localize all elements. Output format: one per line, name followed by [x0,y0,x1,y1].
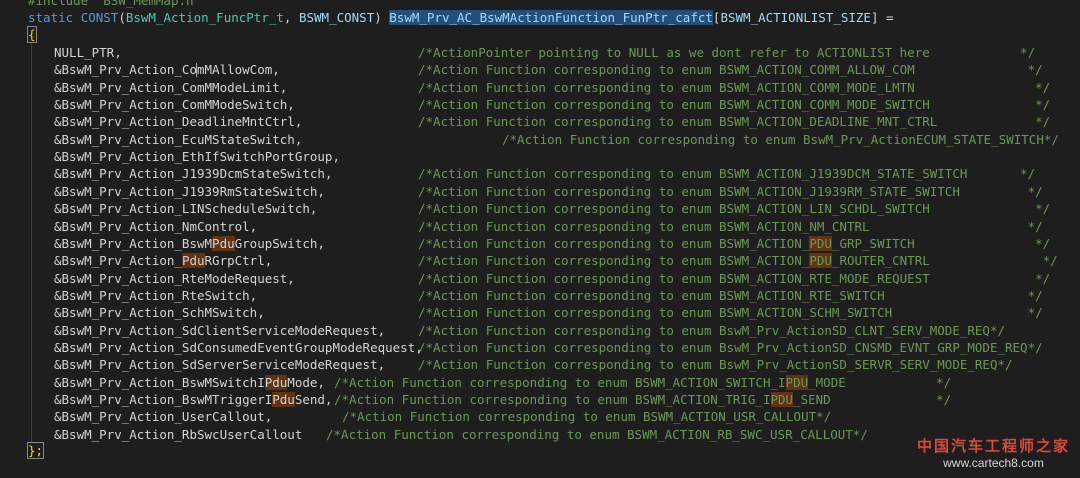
inline-comment: /*Action Function corresponding to enum … [418,253,1058,269]
inline-comment: /*ActionPointer pointing to NULL as we d… [418,45,1036,60]
inline-comment: /*Action Function corresponding to enum … [418,339,1043,355]
inline-comment: /*Action Function corresponding to enum … [326,426,868,442]
find-match-highlight: Pdu [264,374,288,390]
find-match-highlight: Pdu [181,253,205,269]
find-match-highlight: PDU [770,392,794,407]
inline-comment: /*Action Function corresponding to enum … [418,270,1051,286]
declaration-line: static CONST(BswM_Action_FuncPtr_t, BSWM… [28,10,894,25]
function-pointer-entry: &BswM_Prv_Action_SdConsumedEventGroupMod… [54,339,423,355]
function-pointer-entry: &BswM_Prv_Action_RteSwitch, [54,287,258,303]
function-pointer-entry: &BswM_Prv_Action_J1939DcmStateSwitch, [54,166,333,182]
find-match-highlight: PDU [785,374,809,390]
function-pointer-entry: &BswM_Prv_Action_LINScheduleSwitch, [54,201,318,217]
function-pointer-entry: &BswM_Prv_Action_SdClientServiceModeRequ… [54,322,386,338]
assign-token: ] = [870,10,894,25]
function-pointer-entry: &BswM_Prv_Action_ComMModeLimit, [54,79,288,95]
inline-comment: /*Action Function corresponding to enum … [502,131,1059,147]
inline-comment: /*Action Function corresponding to enum … [418,62,1043,78]
inline-comment: /*Action Function corresponding to enum … [418,287,1043,303]
function-pointer-entry: &BswM_Prv_Action_EthIfSwitchPortGroup, [54,149,340,165]
inline-comment: /*Action Function corresponding to enum … [418,201,1051,217]
inline-comment: /*Action Function corresponding to enum … [418,218,1043,234]
inline-comment: /*Action Function corresponding to enum … [342,409,832,425]
inline-comment: /*Action Function corresponding to enum … [418,79,1051,95]
function-pointer-entry: &BswM_Prv_Action_UserCallout, [54,409,273,425]
function-pointer-entry: &BswM_Prv_Action_SchMSwitch, [54,305,265,321]
function-pointer-entry: &BswM_Prv_Action_ComMModeSwitch, [54,97,295,113]
type-name: BswM_Action_FuncPtr_t [125,10,284,25]
function-pointer-entry: &BswM_Prv_Action_PduRGrpCtrl, [54,253,273,269]
open-brace-line: { [27,26,37,43]
find-match-highlight: Pdu [212,235,235,251]
close-brace-line: }; [26,442,45,459]
find-match-highlight: PDU [809,235,832,251]
separator: , [283,10,299,25]
close-brace: }; [26,442,45,459]
function-pointer-entry: &BswM_Prv_Action_BswMTriggerIPduSend, [54,392,333,407]
function-pointer-entry: &BswM_Prv_Action_DeadlineMntCtrl, [54,114,303,130]
find-match-highlight: PDU [809,253,832,269]
inline-comment: /*Action Function corresponding to enum … [418,97,1051,113]
array-size: BSWM_ACTIONLIST_SIZE [720,10,871,25]
watermark-cn: 中国汽车工程师之家 [916,438,1070,455]
function-pointer-entry: &BswM_Prv_Action_BswMPduGroupSwitch, [54,235,325,251]
function-pointer-entry: &BswM_Prv_Action_NmControl, [54,218,258,234]
function-pointer-entry: &BswM_Prv_Action_SdServerServiceModeRequ… [54,357,386,373]
const-macro: CONST [80,10,119,25]
const-arg: BSWM_CONST [298,10,375,25]
function-pointer-entry: &BswM_Prv_Action_RteModeRequest, [54,270,295,286]
code-editor[interactable]: #include "BSW_MemMap.h" static CONST(Bsw… [0,0,1080,478]
inline-comment: /*Action Function corresponding to enum … [334,392,952,407]
function-pointer-entry: &BswM_Prv_Action_EcuMStateSwitch, [54,131,303,147]
inline-comment: /*Action Function corresponding to enum … [418,183,1043,199]
text-cursor [196,63,197,78]
inline-comment: /*Action Function corresponding to enum … [418,322,1005,338]
function-pointer-entry: &BswM_Prv_Action_BswMSwitchIPduMode, [54,374,325,390]
inline-comment: /*Action Function corresponding to enum … [418,166,1036,182]
inline-comment: /*Action Function corresponding to enum … [418,235,1051,251]
array-name-selected[interactable]: BswM_Prv_AC_BswMActionFunction_FunPtr_ca… [389,10,713,25]
static-keyword: static [28,10,74,25]
inline-comment: /*Action Function corresponding to enum … [418,305,1043,321]
find-match-highlight: Pdu [272,392,295,407]
include-line: #include "BSW_MemMap.h" [28,0,202,8]
function-pointer-entry: NULL_PTR, [54,45,122,60]
inline-comment: /*Action Function corresponding to enum … [418,114,1051,130]
watermark: 中国汽车工程师之家 www.cartech8.com [917,438,1070,472]
function-pointer-entry: &BswM_Prv_Action_ComMAllowCom, [54,62,280,78]
function-pointer-entry: &BswM_Prv_Action_RbSwcUserCallout [54,426,303,442]
watermark-url: www.cartech8.com [943,456,1044,470]
function-pointer-entry: &BswM_Prv_Action_J1939RmStateSwitch, [54,183,325,199]
indent-guide [31,44,32,442]
inline-comment: /*Action Function corresponding to enum … [334,374,952,390]
open-brace: { [27,26,37,43]
inline-comment: /*Action Function corresponding to enum … [418,357,1013,373]
